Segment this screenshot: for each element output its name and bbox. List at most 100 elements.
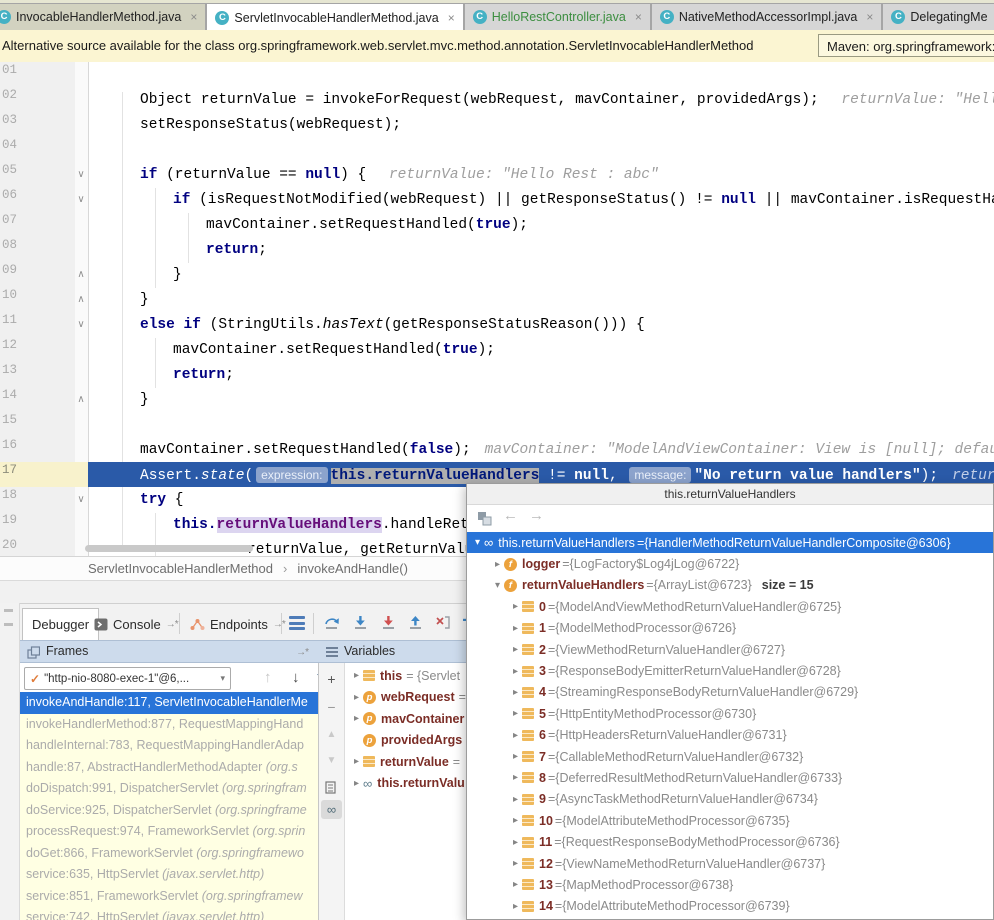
breadcrumb-class[interactable]: ServletInvocableHandlerMethod	[88, 561, 273, 576]
editor-horizontal-scrollbar[interactable]	[85, 545, 253, 552]
fold-marker-icon[interactable]: ∧	[73, 288, 89, 313]
stack-frame-row[interactable]: processRequest:974, FrameworkServlet (or…	[20, 821, 318, 843]
fold-marker-icon[interactable]: ∧	[73, 388, 89, 413]
step-into-button[interactable]	[352, 614, 369, 631]
field-icon: f	[504, 579, 517, 592]
step-out-button[interactable]	[407, 614, 424, 631]
choose-sources-button[interactable]: Maven: org.springframework:sprin	[818, 34, 994, 57]
chevron-right-icon[interactable]: ▸	[350, 778, 363, 789]
add-watch-button[interactable]: +	[319, 668, 344, 690]
popup-tree-row[interactable]: ▸2 = {ViewMethodReturnValueHandler@6727}	[467, 639, 993, 660]
stack-frame-row[interactable]: service:635, HttpServlet (javax.servlet.…	[20, 864, 318, 886]
chevron-right-icon[interactable]: ▸	[509, 794, 522, 805]
popup-tree-row[interactable]: ▸3 = {ResponseBodyEmitterReturnValueHand…	[467, 660, 993, 681]
tab-console[interactable]: Console →*	[85, 608, 187, 640]
forward-icon[interactable]: →	[529, 507, 544, 524]
popup-tree-row[interactable]: ▸7 = {CallableMethodReturnValueHandler@6…	[467, 746, 993, 767]
editor-tab-2[interactable]: CServletInvocableHandlerMethod.java×	[206, 3, 463, 31]
previous-frame-button[interactable]: ↑	[264, 669, 272, 686]
code-editor[interactable]: 0102030405060708091011121314151617181920…	[0, 62, 994, 556]
chevron-right-icon[interactable]: ▸	[350, 713, 363, 724]
breadcrumb-method[interactable]: invokeAndHandle()	[297, 561, 408, 576]
stack-frame-row[interactable]: service:851, FrameworkServlet (org.sprin…	[20, 886, 318, 908]
thread-dropdown[interactable]: ✓ "http-nio-8080-exec-1"@6,... ▾	[24, 667, 231, 690]
stack-frame-row[interactable]: service:742, HttpServlet (javax.servlet.…	[20, 907, 318, 920]
tab-endpoints[interactable]: Endpoints →*	[181, 608, 294, 640]
popup-tree-row[interactable]: ▸13 = {MapMethodProcessor@6738}	[467, 874, 993, 895]
tab-close-icon[interactable]: ×	[635, 10, 642, 24]
chevron-right-icon[interactable]: ▸	[509, 730, 522, 741]
popup-tree-row[interactable]: ▸8 = {DeferredResultMethodReturnValueHan…	[467, 767, 993, 788]
popup-tree-row[interactable]: ▸14 = {ModelAttributeMethodProcessor@673…	[467, 896, 993, 917]
chevron-right-icon[interactable]: ▸	[509, 666, 522, 677]
chevron-right-icon[interactable]: ▸	[509, 644, 522, 655]
chevron-right-icon[interactable]: ▸	[509, 687, 522, 698]
editor-tab-4[interactable]: CNativeMethodAccessorImpl.java×	[651, 3, 883, 30]
fold-marker-icon[interactable]: ∨	[73, 188, 89, 213]
chevron-right-icon[interactable]: ▸	[509, 751, 522, 762]
popup-tree-row[interactable]: ▸flogger = {LogFactory$Log4jLog@6722}	[467, 553, 993, 574]
stack-frame-row[interactable]: invokeHandlerMethod:877, RequestMappingH…	[20, 714, 318, 736]
editor-tab-3[interactable]: CHelloRestController.java×	[464, 3, 651, 30]
fold-marker-icon[interactable]: ∨	[73, 163, 89, 188]
back-icon[interactable]: ←	[503, 507, 518, 524]
next-frame-button[interactable]: ↓	[292, 669, 300, 686]
editor-tab-1[interactable]: CInvocableHandlerMethod.java×	[0, 3, 206, 30]
popup-tree-row[interactable]: ▸1 = {ModelMethodProcessor@6726}	[467, 618, 993, 639]
stripe-mark	[4, 609, 13, 612]
fold-marker-icon[interactable]: ∧	[73, 263, 89, 288]
frames-panel: ✓ "http-nio-8080-exec-1"@6,... ▾ ↑ ↓ inv…	[20, 663, 318, 920]
stack-frame-row[interactable]: doService:925, DispatcherServlet (org.sp…	[20, 800, 318, 822]
show-watches-toggle[interactable]: ∞	[321, 800, 342, 819]
frames-panel-header[interactable]: Frames →*	[20, 640, 318, 663]
layout-options-icon[interactable]	[289, 616, 305, 633]
force-step-into-button[interactable]	[380, 614, 397, 631]
chevron-right-icon[interactable]: ▸	[491, 559, 504, 570]
chevron-right-icon[interactable]: ▸	[509, 858, 522, 869]
popup-tree-row[interactable]: ▾freturnValueHandlers = {ArrayList@6723}…	[467, 575, 993, 596]
chevron-right-icon[interactable]: ▸	[509, 623, 522, 634]
editor-tab-5[interactable]: CDelegatingMe×	[882, 3, 994, 30]
popup-tree-row[interactable]: ▸12 = {ViewNameMethodReturnValueHandler@…	[467, 853, 993, 874]
tab-close-icon[interactable]: ×	[190, 10, 197, 24]
step-over-button[interactable]	[324, 614, 341, 631]
chevron-right-icon[interactable]: ▸	[509, 815, 522, 826]
move-watch-up-button[interactable]: ▲	[319, 724, 344, 746]
popup-tree-row[interactable]: ▾∞this.returnValueHandlers = {HandlerMet…	[467, 532, 993, 553]
popup-tree-row[interactable]: ▸6 = {HttpHeadersReturnValueHandler@6731…	[467, 725, 993, 746]
popup-tree-row[interactable]: ▸11 = {RequestResponseBodyMethodProcesso…	[467, 831, 993, 852]
chevron-right-icon[interactable]: ▸	[509, 601, 522, 612]
chevron-right-icon[interactable]: ▸	[350, 756, 363, 767]
popup-tree-row[interactable]: ▸9 = {AsyncTaskMethodReturnValueHandler@…	[467, 789, 993, 810]
chevron-down-icon[interactable]: ▾	[491, 580, 504, 591]
code-line: }	[173, 263, 182, 288]
code-line: return;	[206, 238, 267, 263]
chevron-right-icon[interactable]: ▸	[509, 837, 522, 848]
chevron-right-icon[interactable]: ▸	[350, 692, 363, 703]
chevron-right-icon[interactable]: ▸	[509, 879, 522, 890]
stack-frame-row[interactable]: handleInternal:783, RequestMappingHandle…	[20, 735, 318, 757]
stack-frame-row[interactable]: handle:87, AbstractHandlerMethodAdapter …	[20, 757, 318, 779]
duplicate-watch-button[interactable]	[319, 778, 344, 800]
drop-frame-button[interactable]	[434, 614, 451, 631]
fold-marker-icon[interactable]: ∨	[73, 313, 89, 338]
popup-tree-row[interactable]: ▸5 = {HttpEntityMethodProcessor@6730}	[467, 703, 993, 724]
fold-marker-icon[interactable]: ∨	[73, 488, 89, 513]
chevron-down-icon[interactable]: ▾	[471, 537, 484, 548]
stack-frame-row[interactable]: doDispatch:991, DispatcherServlet (org.s…	[20, 778, 318, 800]
chevron-right-icon[interactable]: ▸	[350, 670, 363, 681]
chevron-right-icon[interactable]: ▸	[509, 772, 522, 783]
popup-tree-row[interactable]: ▸4 = {StreamingResponseBodyReturnValueHa…	[467, 682, 993, 703]
tab-close-icon[interactable]: ×	[448, 11, 455, 25]
code-line: Object returnValue = invokeForRequest(we…	[140, 88, 994, 113]
stack-frame-row[interactable]: invokeAndHandle:117, ServletInvocableHan…	[20, 692, 318, 714]
chevron-right-icon[interactable]: ▸	[509, 901, 522, 912]
popup-tree-row[interactable]: ▸0 = {ModelAndViewMethodReturnValueHandl…	[467, 596, 993, 617]
popup-tree-row[interactable]: ▸10 = {ModelAttributeMethodProcessor@673…	[467, 810, 993, 831]
inspect-icon[interactable]	[477, 511, 492, 526]
move-watch-down-button[interactable]: ▼	[319, 750, 344, 772]
tab-close-icon[interactable]: ×	[866, 10, 873, 24]
stack-frame-row[interactable]: doGet:866, FrameworkServlet (org.springf…	[20, 843, 318, 865]
chevron-right-icon[interactable]: ▸	[509, 708, 522, 719]
remove-watch-button[interactable]: −	[319, 696, 344, 718]
